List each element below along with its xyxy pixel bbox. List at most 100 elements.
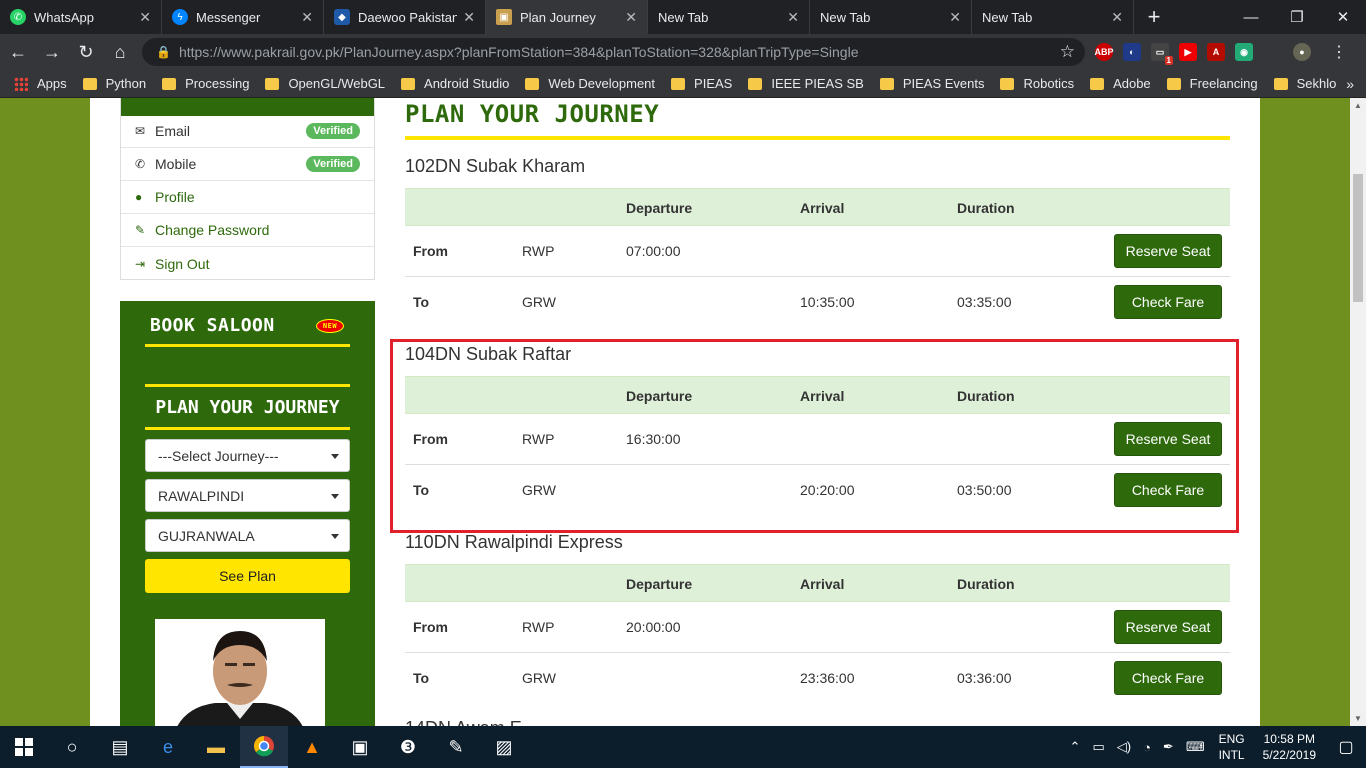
see-plan-button[interactable]: See Plan — [145, 559, 350, 593]
table-header: Departure Arrival Duration — [405, 188, 1230, 226]
menu-item-email[interactable]: ✉ Email Verified — [121, 115, 374, 148]
folder-icon — [265, 77, 280, 90]
book-saloon-link[interactable]: BOOK SALOON NEW — [145, 313, 350, 347]
apps-grid-icon — [14, 76, 28, 91]
tab-title: Messenger — [196, 9, 261, 25]
close-icon[interactable]: ✕ — [139, 9, 151, 26]
verified-badge: Verified — [306, 123, 360, 139]
minimize-icon[interactable]: — — [1228, 0, 1274, 34]
windows-start-icon[interactable] — [0, 726, 48, 768]
extension-icon[interactable]: ◐ — [1123, 43, 1141, 61]
tab-plan-journey[interactable]: ▣ Plan Journey ✕ — [486, 0, 648, 34]
header-arrival: Arrival — [800, 576, 845, 592]
tab-messenger[interactable]: ϟ Messenger ✕ — [162, 0, 324, 34]
bookmark-folder[interactable]: IEEE PIEAS SB — [748, 76, 864, 91]
close-icon[interactable]: ✕ — [949, 9, 961, 26]
keyboard-icon[interactable]: ⌨ — [1186, 739, 1205, 755]
bookmark-folder[interactable]: Freelancing — [1166, 76, 1258, 91]
profile-avatar[interactable]: ● — [1293, 43, 1311, 61]
battery-icon[interactable]: ▭ — [1092, 739, 1104, 755]
phone-icon: ✆ — [135, 157, 146, 171]
menu-icon[interactable]: ⋮ — [1323, 36, 1355, 68]
bookmark-folder[interactable]: PIEAS — [671, 76, 732, 91]
page-scrollbar[interactable]: ▲ ▼ — [1350, 98, 1366, 726]
menu-item-mobile[interactable]: ✆ Mobile Verified — [121, 148, 374, 181]
task-view-icon[interactable]: ▤ — [96, 726, 144, 768]
reserve-seat-button[interactable]: Reserve Seat — [1114, 234, 1222, 268]
whatsapp-icon: ✆ — [10, 9, 26, 25]
back-icon[interactable]: ← — [2, 36, 34, 68]
close-icon[interactable]: ✕ — [301, 9, 313, 26]
maximize-icon[interactable]: ❐ — [1274, 0, 1320, 34]
paint-icon[interactable]: ✎ — [432, 726, 480, 768]
scroll-down-icon[interactable]: ▼ — [1354, 714, 1362, 723]
app-icon[interactable]: ▣ — [336, 726, 384, 768]
menu-item-sign-out[interactable]: ⇥ Sign Out — [121, 247, 374, 280]
home-icon[interactable]: ⌂ — [104, 36, 136, 68]
close-icon[interactable]: ✕ — [625, 9, 637, 26]
header-departure: Departure — [626, 200, 693, 216]
train-card: 102DN Subak Kharam Departure Arrival Dur… — [405, 156, 1230, 319]
edge-icon[interactable]: e — [144, 726, 192, 768]
menu-item-change-password[interactable]: ✎ Change Password — [121, 214, 374, 247]
pen-icon[interactable]: ✒ — [1163, 739, 1174, 755]
reload-icon[interactable]: ↻ — [70, 36, 102, 68]
bookmark-folder[interactable]: Adobe — [1090, 76, 1151, 91]
bookmark-folder[interactable]: Python — [82, 76, 146, 91]
scroll-up-icon[interactable]: ▲ — [1354, 101, 1362, 110]
plan-journey-panel: BOOK SALOON NEW PLAN YOUR JOURNEY ---Sel… — [120, 301, 375, 726]
bookmark-folder[interactable]: Robotics — [1000, 76, 1074, 91]
tab-new-2[interactable]: New Tab ✕ — [810, 0, 972, 34]
file-explorer-icon[interactable]: ▬ — [192, 726, 240, 768]
user-icon: ● — [135, 190, 143, 204]
close-icon[interactable]: ✕ — [787, 9, 799, 26]
wifi-icon[interactable]: ◔ — [1143, 740, 1151, 755]
journey-type-select[interactable]: ---Select Journey--- — [145, 439, 350, 472]
extension-icon[interactable]: ◉ — [1235, 43, 1253, 61]
daewoo-icon: ◆ — [334, 9, 350, 25]
forward-icon[interactable]: → — [36, 36, 68, 68]
chevron-up-icon[interactable]: ⌃ — [1070, 739, 1081, 755]
chrome-icon[interactable] — [240, 726, 288, 768]
train-name: 14DN Awam E... — [405, 718, 537, 726]
photos-icon[interactable]: ▨ — [480, 726, 528, 768]
tab-new-1[interactable]: New Tab ✕ — [648, 0, 810, 34]
close-icon[interactable]: ✕ — [463, 9, 475, 26]
youtube-icon[interactable]: ▶ — [1179, 43, 1197, 61]
close-icon[interactable]: ✕ — [1111, 9, 1123, 26]
folder-icon — [879, 77, 894, 90]
bookmark-folder[interactable]: Processing — [162, 76, 249, 91]
scroll-thumb[interactable] — [1353, 174, 1363, 302]
to-station-select[interactable]: GUJRANWALA — [145, 519, 350, 552]
bookmark-folder[interactable]: Android Studio — [401, 76, 509, 91]
adblock-icon[interactable]: ABP — [1095, 43, 1114, 61]
search-icon[interactable]: ○ — [48, 726, 96, 768]
clock[interactable]: 10:58 PM 5/22/2019 — [1263, 731, 1316, 763]
pdf-icon[interactable]: A — [1207, 43, 1225, 61]
notification-icon[interactable]: ▢ — [1326, 726, 1366, 768]
reserve-seat-button[interactable]: Reserve Seat — [1114, 610, 1222, 644]
more-bookmarks-icon[interactable]: » — [1346, 76, 1354, 92]
check-fare-button[interactable]: Check Fare — [1114, 661, 1222, 695]
check-fare-button[interactable]: Check Fare — [1114, 285, 1222, 319]
from-station-select[interactable]: RAWALPINDI — [145, 479, 350, 512]
vlc-icon[interactable]: ▲ — [288, 726, 336, 768]
close-window-icon[interactable]: ✕ — [1320, 0, 1366, 34]
bookmark-apps[interactable]: Apps — [14, 76, 67, 91]
address-bar[interactable]: 🔒 https://www.pakrail.gov.pk/PlanJourney… — [142, 38, 1085, 66]
speaker-icon[interactable]: ◁) — [1117, 739, 1131, 755]
extension-icon[interactable]: ▭ 1 — [1151, 43, 1173, 65]
bookmark-folder[interactable]: Web Development — [525, 76, 655, 91]
new-tab-button[interactable]: + — [1134, 0, 1174, 34]
menu-item-profile[interactable]: ● Profile — [121, 181, 374, 214]
tab-daewoo[interactable]: ◆ Daewoo Pakistan E ✕ — [324, 0, 486, 34]
tab-whatsapp[interactable]: ✆ WhatsApp ✕ — [0, 0, 162, 34]
app-icon[interactable]: ❸ — [384, 726, 432, 768]
bookmark-folder[interactable]: Sekhlo — [1273, 76, 1336, 91]
tab-new-3[interactable]: New Tab ✕ — [972, 0, 1134, 34]
bookmark-folder[interactable]: OpenGL/WebGL — [265, 76, 385, 91]
bookmark-star-icon[interactable]: ☆ — [1060, 42, 1075, 62]
edit-icon: ✎ — [135, 223, 146, 237]
bookmark-folder[interactable]: PIEAS Events — [879, 76, 984, 91]
language-indicator[interactable]: ENG INTL — [1219, 731, 1245, 763]
